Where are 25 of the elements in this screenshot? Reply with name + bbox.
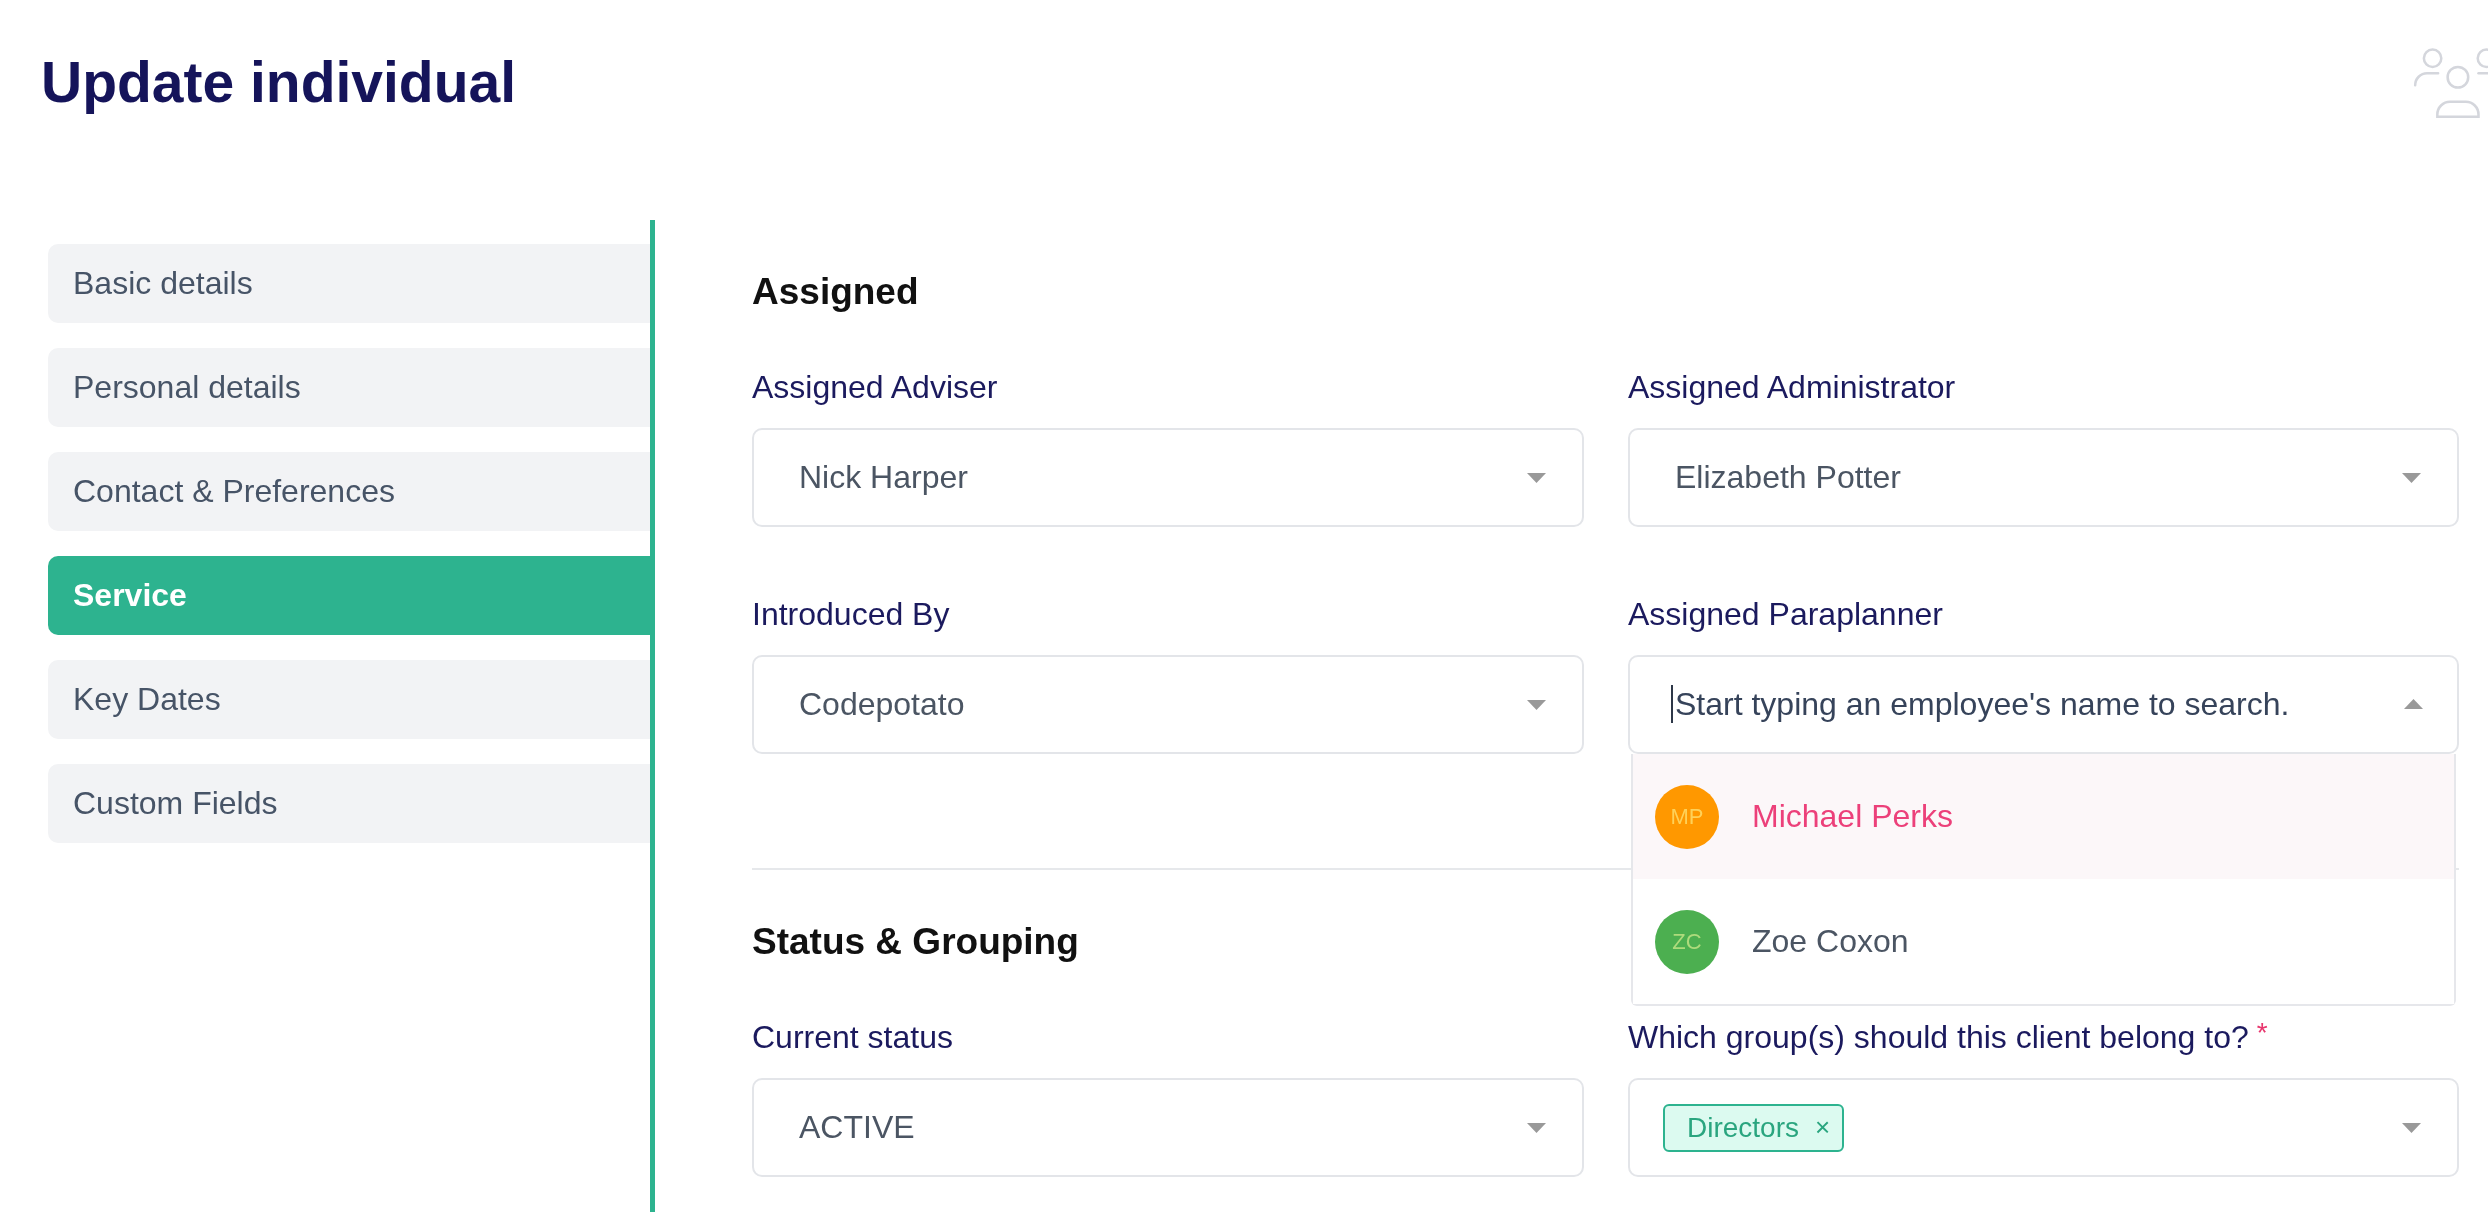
- section-heading: Status & Grouping: [752, 920, 1079, 963]
- section-heading: Assigned: [752, 270, 919, 313]
- dropdown-option[interactable]: MP Michael Perks: [1633, 754, 2454, 879]
- field-label: Which group(s) should this client belong to?: [1628, 1019, 2249, 1055]
- sidebar-item[interactable]: Personal details: [48, 348, 650, 427]
- dropdown-field[interactable]: Nick Harper: [752, 428, 1584, 527]
- sidebar-item[interactable]: Basic details: [48, 244, 650, 323]
- avatar: MP: [1655, 784, 1719, 849]
- field-label: Assigned Paraplanner: [1628, 596, 1943, 632]
- required-asterisk: *: [2256, 1019, 2268, 1047]
- search-field[interactable]: Start typing an employee's name to search.: [1628, 655, 2459, 754]
- field-label: Assigned Administrator: [1628, 369, 1956, 405]
- sidebar-item[interactable]: Custom Fields: [48, 764, 650, 843]
- sidebar-item[interactable]: Contact & Preferences: [48, 452, 650, 531]
- field-label: Introduced By: [752, 596, 950, 632]
- field-label: Current status: [752, 1019, 953, 1055]
- dropdown-field[interactable]: ACTIVE: [752, 1078, 1584, 1177]
- text-cursor-icon: [1671, 685, 1673, 723]
- sidebar-item[interactable]: Key Dates: [48, 660, 650, 739]
- group-name: Directors: [1687, 1111, 1799, 1144]
- dropdown-field[interactable]: Elizabeth Potter: [1628, 428, 2459, 527]
- dropdown-field[interactable]: Codepotato: [752, 655, 1584, 754]
- page-title: Update individual: [41, 49, 517, 116]
- field-label: Assigned Adviser: [752, 369, 998, 405]
- avatar: ZC: [1655, 909, 1719, 974]
